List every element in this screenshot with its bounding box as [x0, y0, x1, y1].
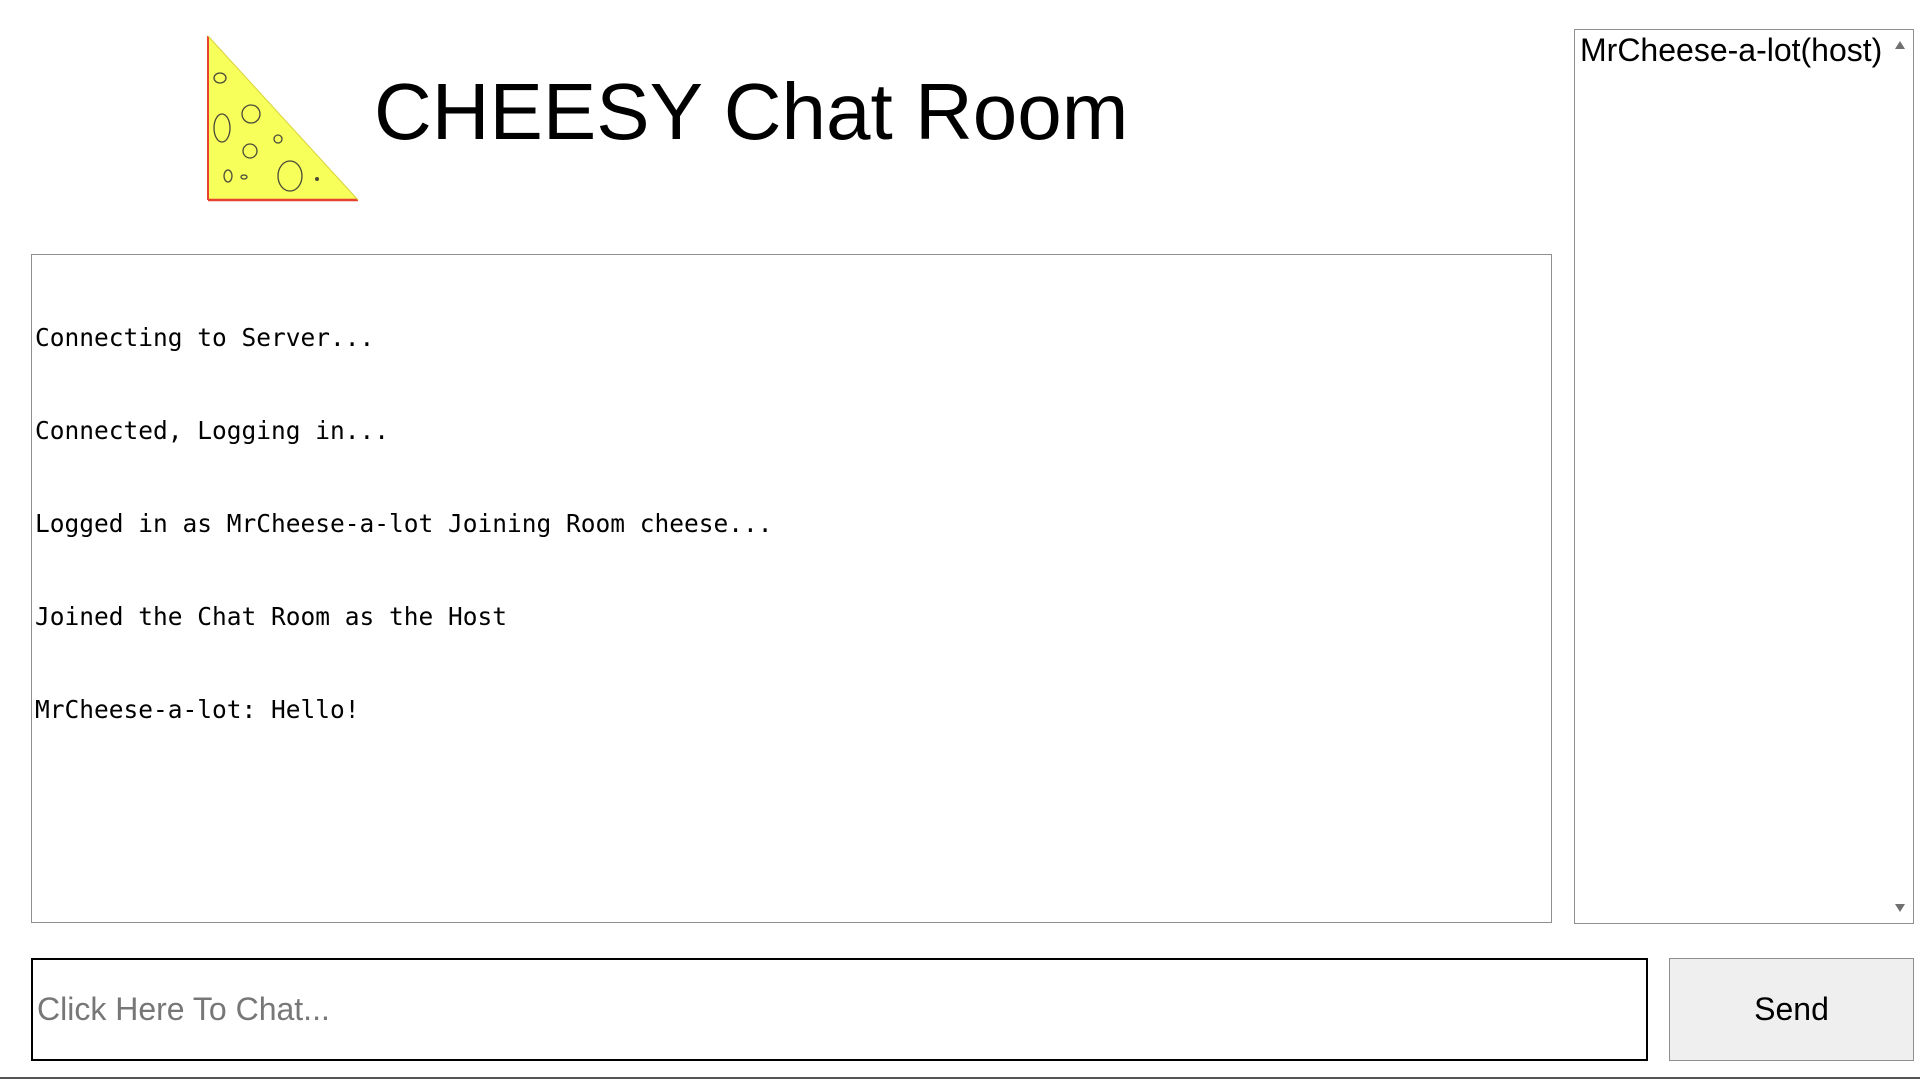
chat-log-line: Connecting to Server... — [35, 323, 375, 352]
page-title: CHEESY Chat Room — [374, 67, 1129, 156]
user-list-item[interactable]: MrCheese-a-lot(host) — [1580, 30, 1882, 70]
chat-app: CHEESY Chat Room Connecting to Server...… — [0, 0, 1920, 1080]
chat-log-line: MrCheese-a-lot: Hello! — [35, 695, 360, 724]
scroll-down-arrow-icon[interactable] — [1891, 899, 1909, 917]
chat-log[interactable]: Connecting to Server... Connected, Loggi… — [31, 254, 1552, 923]
user-list[interactable]: MrCheese-a-lot(host) — [1574, 29, 1914, 924]
chat-log-line: Connected, Logging in... — [35, 416, 390, 445]
chat-message-input[interactable] — [31, 958, 1648, 1061]
send-button[interactable]: Send — [1669, 958, 1914, 1061]
chat-log-line: Logged in as MrCheese-a-lot Joining Room… — [35, 509, 773, 538]
bottom-divider — [0, 1077, 1920, 1079]
scroll-up-arrow-icon[interactable] — [1891, 36, 1909, 54]
cheese-wedge-icon — [207, 35, 359, 202]
chat-log-line: Joined the Chat Room as the Host — [35, 602, 508, 631]
